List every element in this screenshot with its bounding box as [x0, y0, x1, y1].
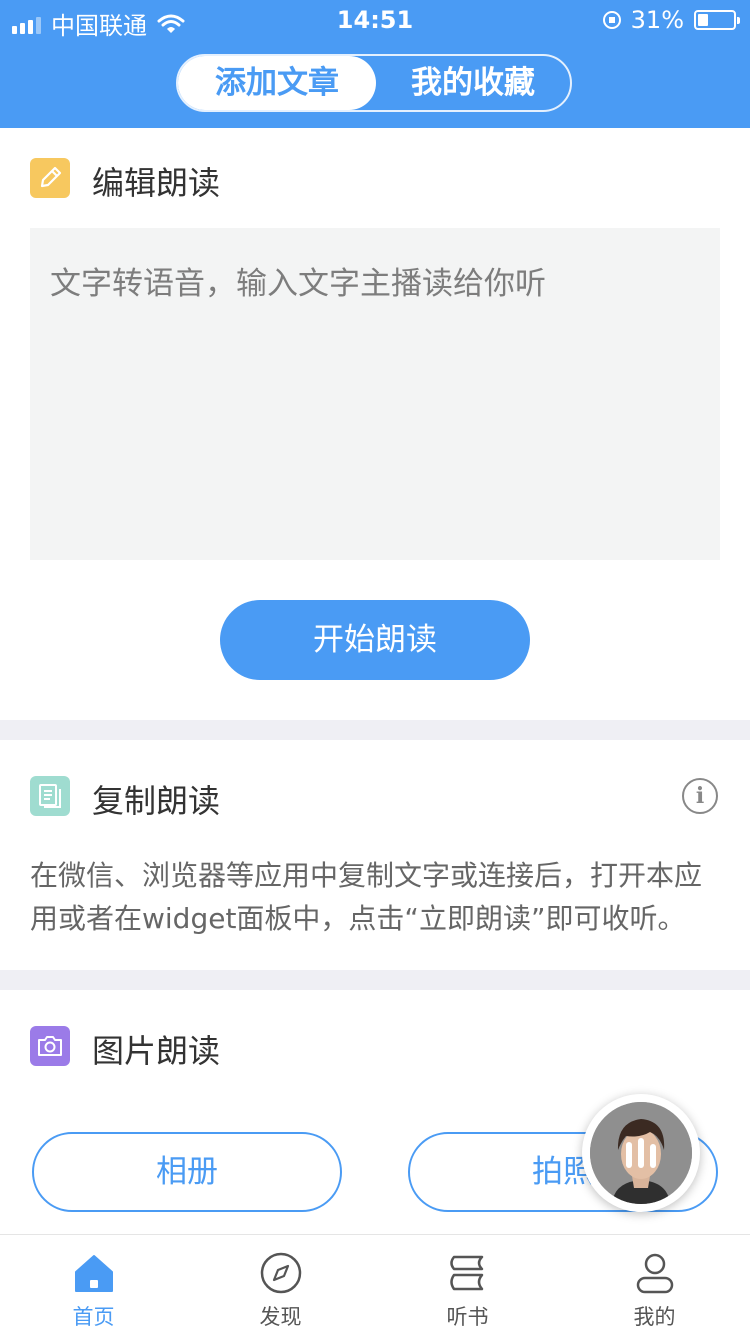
- tab-home-label: 首页: [72, 1305, 115, 1329]
- tab-home[interactable]: 首页: [0, 1235, 187, 1335]
- segmented-control: 添加文章 我的收藏: [176, 54, 572, 112]
- tab-audiobooks[interactable]: 听书: [374, 1235, 561, 1335]
- battery-percent: 31%: [630, 6, 684, 34]
- avatar: [590, 1102, 692, 1204]
- album-button[interactable]: 相册: [32, 1132, 342, 1212]
- header: 中国联通 14:51 31% 添加文章 我的收藏: [0, 0, 750, 128]
- edit-read-title: 编辑朗读: [92, 164, 221, 202]
- books-icon: [450, 1255, 484, 1291]
- home-icon: [75, 1255, 113, 1292]
- battery-icon: [694, 10, 740, 30]
- image-read-title: 图片朗读: [92, 1032, 221, 1070]
- tab-profile-label: 我的: [633, 1305, 676, 1329]
- pencil-icon: [30, 158, 70, 198]
- tab-add-article[interactable]: 添加文章: [178, 56, 376, 110]
- rotation-lock-icon: [602, 11, 621, 29]
- copy-read-description: 在微信、浏览器等应用中复制文字或连接后，打开本应用或者在widget面板中，点击…: [30, 859, 703, 935]
- copy-icon: [30, 776, 70, 816]
- tab-profile[interactable]: 我的: [561, 1235, 748, 1335]
- tab-discover[interactable]: 发现: [187, 1235, 374, 1335]
- tab-audiobooks-label: 听书: [446, 1305, 489, 1329]
- status-bar: 中国联通 14:51 31%: [0, 0, 750, 40]
- user-icon: [636, 1253, 674, 1294]
- start-reading-button[interactable]: 开始朗读: [220, 600, 530, 680]
- compass-icon: [260, 1252, 302, 1294]
- text-input[interactable]: 文字转语音，输入文字主播读给你听: [30, 228, 720, 560]
- tab-bar: 首页 发现 听书 我的: [0, 1234, 750, 1335]
- info-icon[interactable]: i: [682, 778, 718, 814]
- camera-icon: [30, 1026, 70, 1066]
- tab-discover-label: 发现: [259, 1305, 302, 1329]
- copy-read-title: 复制朗读: [92, 782, 221, 820]
- floating-player-button[interactable]: [582, 1094, 700, 1212]
- tab-my-favorites[interactable]: 我的收藏: [376, 56, 570, 110]
